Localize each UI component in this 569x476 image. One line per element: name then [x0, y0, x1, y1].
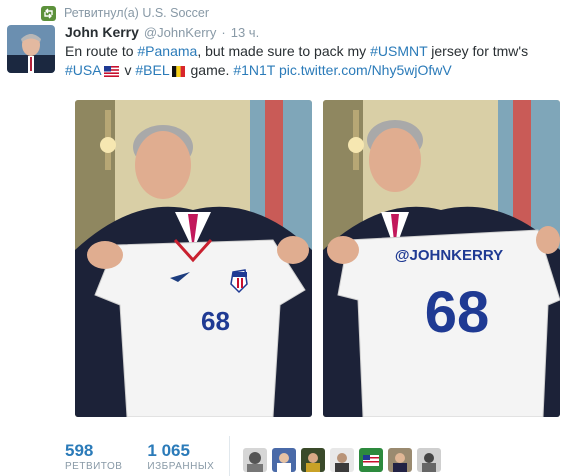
- tweet-text: En route to #Panama, but made sure to pa…: [65, 42, 555, 82]
- engager-avatar[interactable]: [330, 448, 354, 472]
- separator-dot: ·: [221, 25, 226, 40]
- pic-link[interactable]: pic.twitter.com/Nhy5wjOfwV: [279, 62, 452, 78]
- hashtag-1n1t[interactable]: #1N1T: [233, 62, 275, 78]
- tweet-photo-2[interactable]: @JOHNKERRY 68: [323, 100, 560, 417]
- retweets-count: 598: [65, 441, 94, 460]
- text-part: En route to: [65, 43, 138, 59]
- jersey-number: 68: [425, 280, 490, 345]
- author-fullname[interactable]: John Kerry: [65, 24, 139, 40]
- stats-divider: [229, 436, 230, 476]
- engager-avatars: [243, 448, 441, 472]
- engager-avatar[interactable]: [243, 448, 267, 472]
- belgium-flag-icon: [171, 63, 185, 82]
- engager-avatar[interactable]: [359, 448, 383, 472]
- retweet-icon: [41, 5, 56, 21]
- engager-avatar[interactable]: [388, 448, 412, 472]
- engager-avatar[interactable]: [417, 448, 441, 472]
- text-part: jersey for tmw's: [427, 43, 529, 59]
- engager-avatar[interactable]: [301, 448, 325, 472]
- retweeted-by-label[interactable]: Ретвитнул(а) U.S. Soccer: [64, 6, 209, 20]
- tweet-stats: 598 РЕТВИТОВ 1 065 ИЗБРАННЫХ: [65, 441, 214, 472]
- retweets-stat[interactable]: 598 РЕТВИТОВ: [65, 441, 122, 472]
- engager-avatar[interactable]: [272, 448, 296, 472]
- text-part: , but made sure to pack my: [197, 43, 371, 59]
- hashtag-bel[interactable]: #BEL: [135, 62, 169, 78]
- retweet-context: Ретвитнул(а) U.S. Soccer: [41, 5, 209, 21]
- text-part: v: [120, 62, 136, 78]
- jersey-name: @JOHNKERRY: [395, 247, 503, 264]
- hashtag-usa[interactable]: #USA: [65, 62, 102, 78]
- hashtag-usmnt[interactable]: #USMNT: [370, 43, 427, 59]
- favorites-label: ИЗБРАННЫХ: [147, 461, 215, 472]
- hashtag-panama[interactable]: #Panama: [137, 43, 197, 59]
- usa-flag-icon: [103, 63, 119, 82]
- jersey-number: 68: [201, 306, 230, 336]
- avatar[interactable]: [7, 25, 55, 73]
- tweet-header: John Kerry @JohnKerry · 13 ч.: [65, 24, 259, 40]
- author-username[interactable]: @JohnKerry: [144, 25, 216, 40]
- favorites-count: 1 065: [147, 441, 190, 460]
- retweets-label: РЕТВИТОВ: [65, 461, 123, 472]
- text-part: game.: [186, 62, 234, 78]
- tweet-timestamp[interactable]: 13 ч.: [231, 25, 259, 40]
- favorites-stat[interactable]: 1 065 ИЗБРАННЫХ: [147, 441, 214, 472]
- tweet-photo-1[interactable]: 68: [75, 100, 312, 417]
